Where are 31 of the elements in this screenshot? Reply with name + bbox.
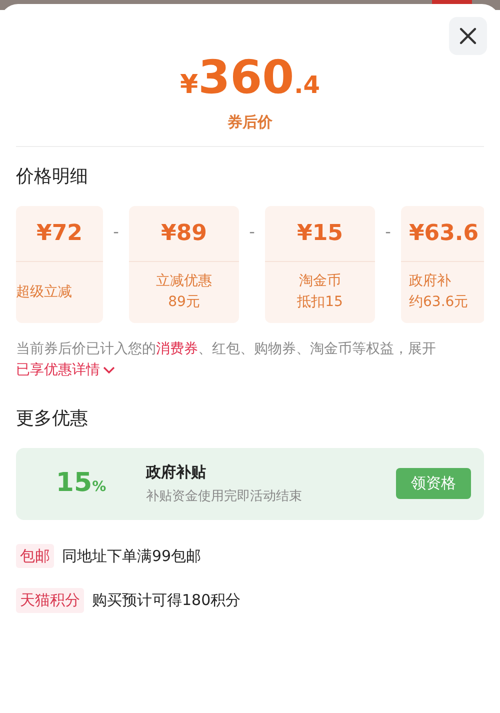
amount: ¥15 [265,206,375,262]
benefit-tag: 天猫积分 [16,588,84,612]
card-label: 约63.6元 [409,293,468,312]
benefit-text: 购买预计可得180积分 [92,590,241,611]
close-button[interactable] [449,17,487,55]
section-title: 更多优惠 [16,406,89,430]
details-link[interactable]: 已享优惠详情 [16,362,115,378]
claim-button[interactable]: 领资格 [396,468,471,499]
price-label: 券后价 [226,112,274,133]
benefit-tag: 包邮 [16,544,54,568]
benefit-text: 同地址下单满99包邮 [62,546,202,566]
amount: ¥63.6 [401,206,484,262]
minus-sign: - [112,220,120,242]
card-label: 淘金币 [299,272,341,291]
chevron-down-icon[interactable] [103,366,115,374]
subsidy-title: 政府补贴 [146,462,207,482]
card-label: 立减优惠 [156,272,212,291]
card-label: 89元 [168,293,200,312]
price-value: ¥360.4 [180,54,320,105]
amount: ¥72 [16,206,103,262]
card-label: 抵扣15 [297,293,343,312]
section-title: 价格明细 [16,164,89,188]
amount: ¥89 [129,206,239,262]
discount-percent: 15% [54,467,108,500]
card-label: 政府补 [409,272,451,291]
subsidy-subtitle: 补贴资金使用完即活动结束 [146,488,303,506]
minus-sign: - [248,220,256,242]
close-icon [459,27,477,45]
notice-text: 当前券后价已计入您的消费券、红包、购物券、淘金币等权益，展开 已享优惠详情 [16,340,436,378]
minus-sign: - [384,220,392,242]
card-label: 超级立减 [16,282,72,302]
